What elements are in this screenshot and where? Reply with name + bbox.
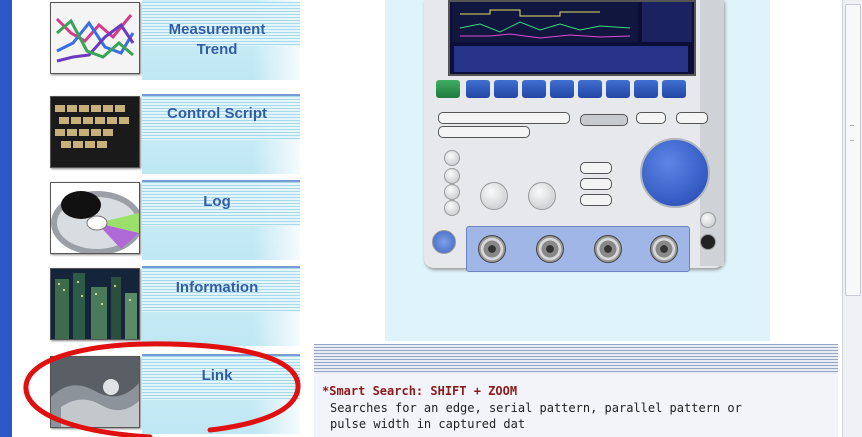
sidebar-item-label: Link (201, 367, 233, 384)
sidebar-item-label: Control Script (167, 105, 267, 122)
link-photo-icon (50, 356, 140, 428)
bnc-connector (650, 235, 678, 263)
bnc-connector (478, 235, 506, 263)
knob (444, 168, 460, 184)
city-night-icon (50, 268, 140, 340)
knob (700, 234, 716, 250)
button-row (438, 112, 570, 124)
button-row (636, 112, 666, 124)
sidebar-item-measurement-trend[interactable]: Measurement Trend (36, 0, 306, 80)
button-row (580, 114, 628, 126)
scrollbar-grip-icon (850, 125, 854, 141)
knob (444, 184, 460, 200)
sidebar: Measurement Trend Control Script Log Inf… (12, 0, 302, 437)
bnc-connector (594, 235, 622, 263)
knob (528, 182, 556, 210)
disc-icon (50, 182, 140, 254)
knob (700, 212, 716, 228)
oscilloscope-screen (448, 0, 696, 76)
button-row (438, 126, 530, 138)
button-row (580, 178, 612, 190)
sidebar-item-label: Measurement (168, 21, 266, 38)
left-accent-bar (0, 0, 12, 437)
softkey-row (436, 80, 696, 102)
button-row (580, 194, 612, 206)
sidebar-item-label: Information (175, 279, 259, 296)
bnc-connector (536, 235, 564, 263)
feature-panel-header (314, 344, 838, 374)
button-row (580, 162, 612, 174)
sidebar-item-link[interactable]: Link (36, 354, 306, 434)
knob (480, 182, 508, 210)
button-row (676, 112, 708, 124)
knob (444, 200, 460, 216)
sidebar-item-log[interactable]: Log (36, 180, 306, 260)
sidebar-item-label: Trend (196, 41, 238, 58)
feature-title: *Smart Search: SHIFT + ZOOM (322, 384, 518, 398)
sidebar-item-control-script[interactable]: Control Script (36, 94, 306, 174)
main-knob (640, 138, 710, 208)
sidebar-item-information[interactable]: Information (36, 266, 306, 346)
feature-description: pulse width in captured dat (330, 417, 526, 431)
scrollbar-thumb[interactable] (845, 4, 861, 296)
trend-graph-icon (50, 2, 140, 74)
sidebar-item-label: Log (203, 193, 231, 210)
knob (444, 150, 460, 166)
knob (432, 230, 456, 254)
feature-description: Searches for an edge, serial pattern, pa… (330, 401, 742, 415)
keyboard-icon (50, 96, 140, 168)
